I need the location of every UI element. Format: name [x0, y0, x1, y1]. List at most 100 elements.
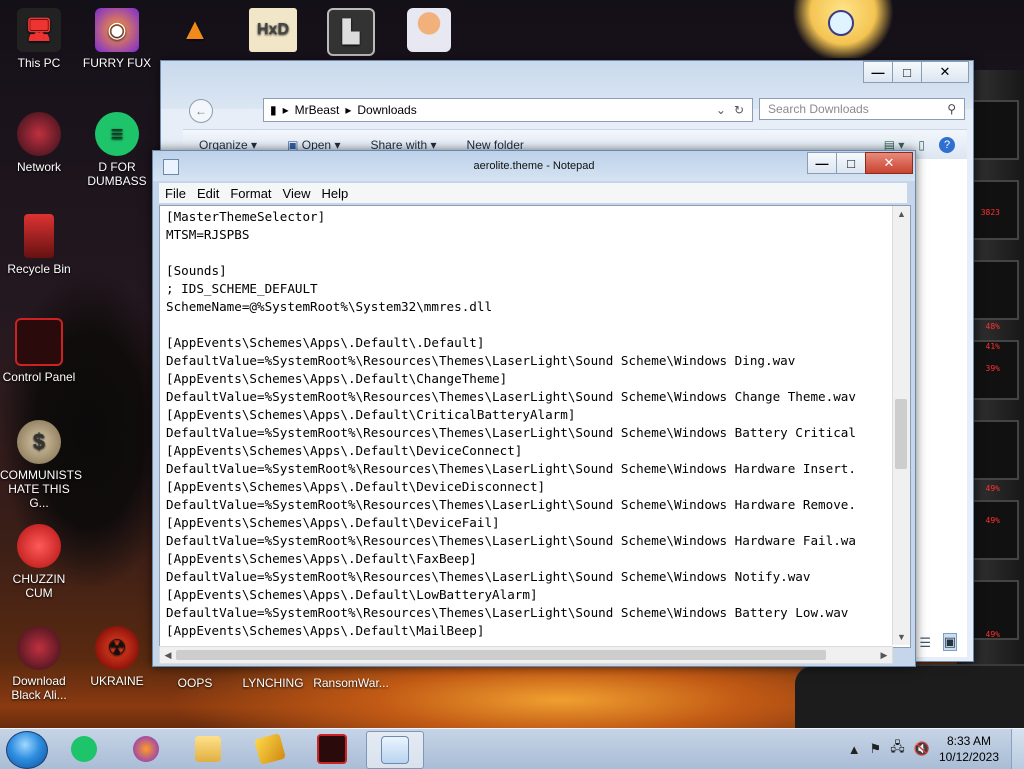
clock-date: 10/12/2023 [938, 750, 999, 764]
menu-view[interactable]: View [283, 186, 311, 201]
scroll-up-arrow-icon[interactable]: ▲ [893, 206, 910, 222]
notepad-window[interactable]: aerolite.theme - Notepad — □ ✕ File Edit… [152, 150, 916, 667]
minimize-button[interactable]: — [863, 61, 893, 83]
notepad-titlebar[interactable]: aerolite.theme - Notepad — □ ✕ [153, 151, 915, 181]
maximize-button[interactable]: □ [836, 152, 866, 174]
menu-edit[interactable]: Edit [197, 186, 219, 201]
clock[interactable]: 8:33 AM 10/12/2023 [939, 733, 999, 765]
menu-help[interactable]: Help [321, 186, 348, 201]
desktop-icon-person[interactable] [390, 8, 468, 56]
alien-control-icon [317, 734, 347, 764]
search-icon: ⚲ [947, 102, 956, 116]
firefox-icon: ◉ [95, 8, 139, 52]
scroll-left-arrow-icon[interactable]: ◀ [160, 647, 176, 663]
large-icons-view-icon[interactable]: ▣ [942, 633, 957, 651]
desktop-icon-oops[interactable]: OOPS [156, 676, 234, 690]
menu-format[interactable]: Format [230, 186, 271, 201]
text-line: DefaultValue=%SystemRoot%\Resources\Them… [166, 461, 856, 476]
close-button[interactable]: ✕ [921, 61, 969, 83]
text-content[interactable]: [MasterThemeSelector] MTSM=RJSPBS [Sounds… [166, 208, 890, 644]
breadcrumb-mrbeast[interactable]: MrBeast [295, 103, 340, 117]
gadget-readout: 49% [985, 484, 1000, 493]
desktop-icon-control-panel[interactable]: Control Panel [0, 318, 78, 384]
desktop-icon-game[interactable]: ▙ [312, 8, 390, 60]
notepad-icon [381, 736, 409, 764]
maximize-button[interactable]: □ [892, 61, 922, 83]
taskbar-app-red[interactable] [304, 731, 360, 767]
text-line: [AppEvents\Schemes\Apps\.Default\FaxBeep… [166, 551, 477, 566]
hxd-icon: HxD [249, 8, 297, 52]
spotify-icon: ≡ [95, 112, 139, 156]
menu-file[interactable]: File [165, 186, 186, 201]
details-view-icon[interactable]: ☰ [919, 635, 931, 651]
breadcrumb-separator-icon: ▸ [345, 103, 352, 117]
taskbar-notepad[interactable] [366, 731, 424, 769]
folder-icon [195, 736, 221, 762]
vlc-cone-icon: ▲ [180, 13, 210, 46]
address-bar[interactable]: ▮ ▸ MrBeast ▸ Downloads ⌄ ↻ [263, 98, 753, 122]
taskbar-spotify[interactable] [56, 731, 112, 767]
show-hidden-icons-icon[interactable]: ▲ [848, 742, 861, 757]
minimize-button[interactable]: — [807, 152, 837, 174]
start-button[interactable] [6, 731, 48, 769]
desktop-icon-ransomware[interactable]: RansomWar... [312, 676, 390, 690]
help-icon[interactable]: ? [939, 137, 955, 153]
dropdown-chevron-icon[interactable]: ⌄ [716, 103, 726, 117]
desktop-icon-recycle-bin[interactable]: Recycle Bin [0, 214, 78, 276]
scroll-right-arrow-icon[interactable]: ▶ [876, 647, 892, 663]
action-center-flag-icon[interactable]: ⚑ [870, 741, 882, 757]
radiation-icon: ☢ [95, 626, 139, 670]
text-line: [AppEvents\Schemes\Apps\.Default\DeviceF… [166, 515, 500, 530]
recycle-bin-icon [24, 214, 54, 258]
taskbar-file-explorer[interactable] [180, 731, 236, 767]
desktop-icon-chuzzin-cum[interactable]: CHUZZIN CUM [0, 524, 78, 600]
text-line: [MasterThemeSelector] [166, 209, 326, 224]
person-avatar-icon [407, 8, 451, 52]
desktop-icon-ukraine[interactable]: ☢ UKRAINE [78, 626, 156, 688]
alienware-gadget-bottom [795, 664, 1024, 728]
text-line [166, 316, 890, 334]
taskbar-app-yellow[interactable] [242, 731, 298, 767]
text-line: DefaultValue=%SystemRoot%\Resources\Them… [166, 353, 796, 368]
refresh-icon[interactable]: ↻ [734, 103, 744, 117]
network-tray-icon[interactable]: 🖧 [890, 738, 905, 760]
preview-pane-icon[interactable]: ▯ [918, 138, 925, 152]
desktop-icon-network[interactable]: Network [0, 112, 78, 174]
text-line: ; IDS_SCHEME_DEFAULT [166, 281, 318, 296]
notepad-text-area[interactable]: [MasterThemeSelector] MTSM=RJSPBS [Sounds… [159, 205, 911, 648]
network-icon [17, 112, 61, 156]
explorer-caption-buttons: — □ ✕ [863, 61, 969, 83]
desktop-icon-d-for-dumbass[interactable]: ≡ D FOR DUMBASS [78, 112, 156, 188]
taskbar-firefox[interactable] [118, 731, 174, 767]
horizontal-scrollbar[interactable]: ◀ ▶ [159, 646, 893, 664]
text-line: [AppEvents\Schemes\Apps\.Default\LowBatt… [166, 587, 538, 602]
desktop-icon-download-black-ali[interactable]: Download Black Ali... [0, 626, 78, 702]
desktop-icon-communists[interactable]: $ COMMUNISTS HATE THIS G... [0, 420, 82, 510]
maze-game-icon: ▙ [327, 8, 375, 56]
text-line: [AppEvents\Schemes\Apps\.Default\Critica… [166, 407, 576, 422]
search-downloads-input[interactable]: Search Downloads ⚲ [759, 98, 965, 120]
chuzzle-icon [17, 524, 61, 568]
scroll-down-arrow-icon[interactable]: ▼ [893, 629, 910, 645]
horizontal-scroll-thumb[interactable] [176, 650, 826, 660]
firefox-icon [133, 736, 159, 762]
desktop-icon-vlc[interactable]: ▲ [156, 8, 234, 56]
text-line: [AppEvents\Schemes\Apps\.Default\DeviceC… [166, 443, 523, 458]
close-button[interactable]: ✕ [865, 152, 913, 174]
system-tray: ▲ ⚑ 🖧 🔇 8:33 AM 10/12/2023 [848, 729, 1024, 769]
show-desktop-button[interactable] [1011, 729, 1024, 769]
text-line: [AppEvents\Schemes\Apps\.Default\ChangeT… [166, 371, 508, 386]
control-panel-icon [15, 318, 63, 366]
desktop-icon-lynching[interactable]: LYNCHING [234, 676, 312, 690]
volume-muted-icon[interactable]: 🔇 [914, 741, 930, 757]
gadget-readout: 48% [985, 322, 1000, 331]
vertical-scrollbar[interactable]: ▲ ▼ [892, 206, 910, 645]
vertical-scroll-thumb[interactable] [895, 399, 907, 469]
breadcrumb-downloads[interactable]: Downloads [357, 103, 416, 117]
anime-character-image [788, 0, 898, 58]
desktop-icon-furry-fux[interactable]: ◉ FURRY FUX [78, 8, 156, 70]
search-placeholder: Search Downloads [768, 102, 869, 116]
back-arrow-icon[interactable]: ← [189, 99, 213, 123]
desktop-icon-hxd[interactable]: HxD [234, 8, 312, 56]
desktop-icon-this-pc[interactable]: 🖥 This PC [0, 8, 78, 70]
